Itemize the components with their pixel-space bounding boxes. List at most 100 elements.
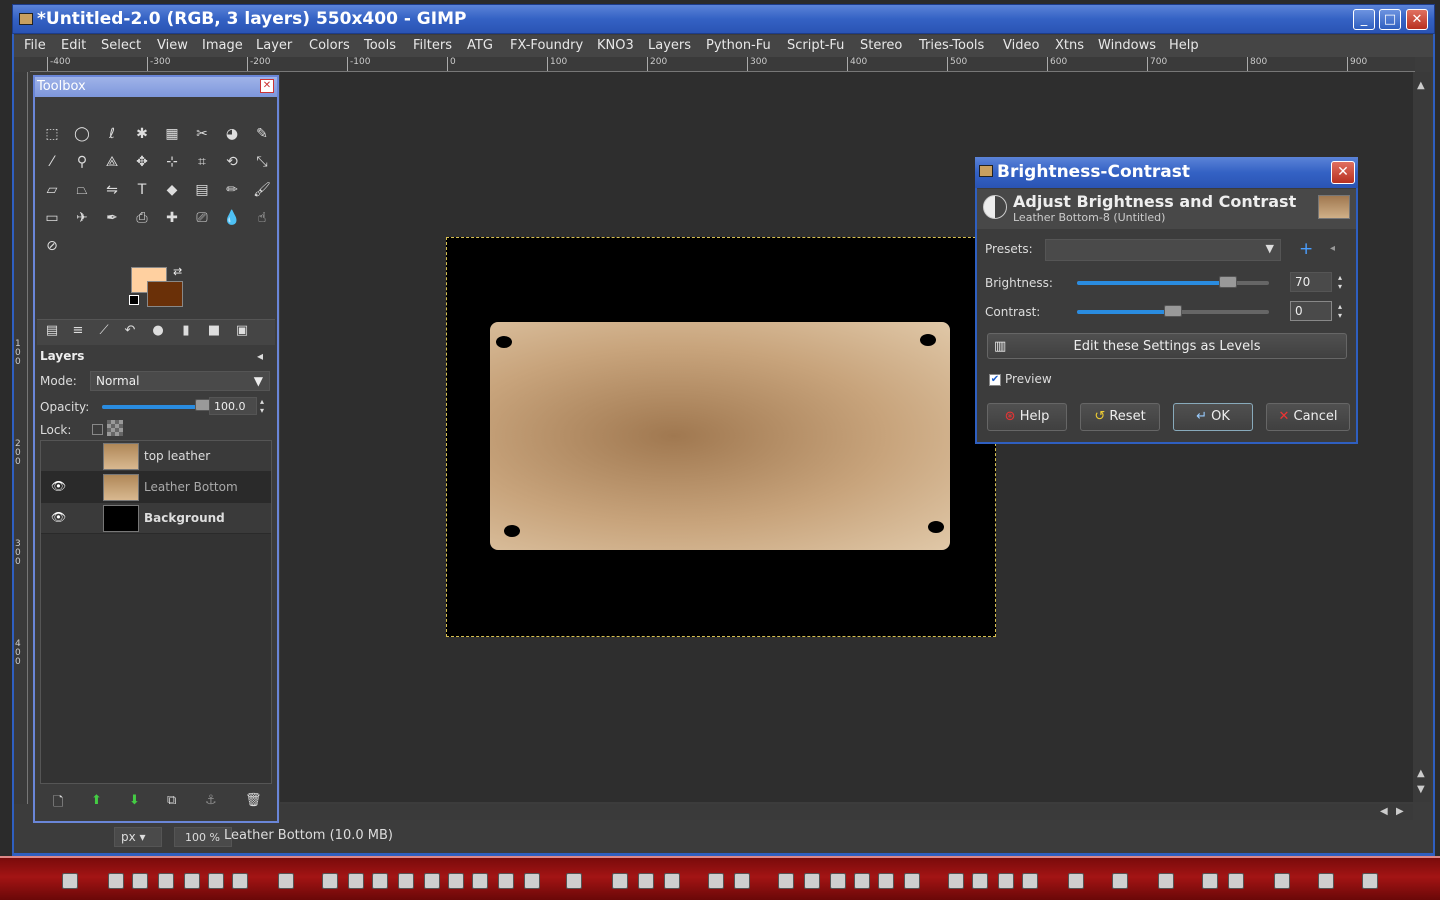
menu-stereo[interactable]: Stereo (860, 38, 902, 53)
taskbar-launcher-icon[interactable] (498, 873, 514, 889)
menu-select[interactable]: Select (101, 38, 141, 53)
taskbar-launcher-icon[interactable] (472, 873, 488, 889)
presets-select[interactable]: ▼ (1045, 239, 1281, 261)
shear-tool-icon[interactable]: ▱ (41, 179, 63, 201)
taskbar-launcher-icon[interactable] (232, 873, 248, 889)
tab-channels-icon[interactable]: ≡ (67, 323, 89, 343)
tab-images-icon[interactable]: ▣ (231, 323, 253, 343)
menu-layers[interactable]: Layers (648, 38, 691, 53)
perspective-tool-icon[interactable]: ⏢ (71, 179, 93, 201)
menu-layer[interactable]: Layer (256, 38, 292, 53)
menu-script-fu[interactable]: Script-Fu (787, 38, 844, 53)
taskbar-launcher-icon[interactable] (998, 873, 1014, 889)
taskbar-launcher-icon[interactable] (1362, 873, 1378, 889)
duplicate-layer-icon[interactable]: ⧉ (167, 793, 176, 808)
menu-windows[interactable]: Windows (1098, 38, 1156, 53)
window-titlebar[interactable]: *Untitled-2.0 (RGB, 3 layers) 550x400 - … (12, 4, 1435, 34)
scroll-right-icon[interactable]: ▶ (1396, 806, 1404, 817)
default-colors-icon[interactable] (129, 295, 139, 305)
taskbar-launcher-icon[interactable] (108, 873, 124, 889)
layer-row[interactable]: top leather (41, 441, 271, 472)
menu-tries-tools[interactable]: Tries-Tools (919, 38, 984, 53)
heal-tool-icon[interactable]: ✚ (161, 207, 183, 229)
dialog-titlebar[interactable]: Brightness-Contrast ✕ (975, 157, 1358, 188)
brightness-slider[interactable] (1077, 281, 1269, 285)
taskbar-launcher-icon[interactable] (948, 873, 964, 889)
layer-row[interactable]: 👁 Leather Bottom (41, 472, 271, 503)
preview-checkbox[interactable]: ✔ (989, 374, 1001, 386)
eye-icon[interactable]: 👁 (51, 510, 66, 524)
taskbar-launcher-icon[interactable] (372, 873, 388, 889)
color-select-tool-icon[interactable]: ▦ (161, 123, 183, 145)
menu-tools[interactable]: Tools (364, 38, 396, 53)
scroll-up-icon[interactable]: ▲ (1417, 80, 1425, 91)
menu-file[interactable]: File (24, 38, 46, 53)
airbrush-tool-icon[interactable]: ✈ (71, 207, 93, 229)
taskbar-launcher-icon[interactable] (158, 873, 174, 889)
taskbar-launcher-icon[interactable] (448, 873, 464, 889)
panel-menu-icon[interactable]: ◂ (257, 349, 263, 363)
background-color-swatch[interactable] (147, 281, 183, 307)
menu-view[interactable]: View (157, 38, 188, 53)
taskbar-launcher-icon[interactable] (1068, 873, 1084, 889)
taskbar-launcher-icon[interactable] (398, 873, 414, 889)
blur-tool-icon[interactable]: 💧 (221, 207, 243, 229)
brightness-input[interactable]: 70 (1290, 272, 1332, 292)
tab-layers-icon[interactable]: ▤ (41, 323, 63, 343)
taskbar-launcher-icon[interactable] (132, 873, 148, 889)
text-tool-icon[interactable]: T (131, 179, 153, 201)
delete-layer-icon[interactable]: 🗑 (245, 793, 262, 808)
blend-tool-icon[interactable]: ▤ (191, 179, 213, 201)
vertical-ruler[interactable]: 1 0 0 2 0 0 3 0 0 4 0 0 (14, 72, 28, 804)
raise-layer-icon[interactable]: ⬆ (91, 793, 102, 808)
tab-brushes-icon[interactable]: ● (147, 323, 169, 343)
tab-patterns-icon[interactable]: ■ (203, 323, 225, 343)
swap-colors-icon[interactable]: ⇄ (173, 265, 182, 278)
scroll-left-icon[interactable]: ◀ (1380, 806, 1388, 817)
taskbar-launcher-icon[interactable] (424, 873, 440, 889)
dodge-burn-tool-icon[interactable]: ⊘ (41, 235, 63, 257)
fuzzy-select-tool-icon[interactable]: ✱ (131, 123, 153, 145)
taskbar-launcher-icon[interactable] (612, 873, 628, 889)
align-tool-icon[interactable]: ⊹ (161, 151, 183, 173)
maximize-button[interactable]: □ (1379, 9, 1401, 30)
taskbar-launcher-icon[interactable] (734, 873, 750, 889)
taskbar-launcher-icon[interactable] (904, 873, 920, 889)
taskbar-launcher-icon[interactable] (878, 873, 894, 889)
zoom-tool-icon[interactable]: ⚲ (71, 151, 93, 173)
menu-image[interactable]: Image (202, 38, 243, 53)
lock-checkbox[interactable] (92, 424, 103, 435)
rect-select-tool-icon[interactable]: ⬚ (41, 123, 63, 145)
taskbar-launcher-icon[interactable] (854, 873, 870, 889)
taskbar-launcher-icon[interactable] (524, 873, 540, 889)
ellipse-select-tool-icon[interactable]: ◯ (71, 123, 93, 145)
contrast-spin-icon[interactable]: ▴ ▾ (1338, 302, 1342, 320)
edit-as-levels-button[interactable]: ▥ Edit these Settings as Levels (987, 333, 1347, 359)
unit-select[interactable]: px ▾ (114, 827, 162, 847)
contrast-slider-handle[interactable] (1164, 305, 1182, 317)
taskbar-launcher-icon[interactable] (566, 873, 582, 889)
new-layer-icon[interactable]: 🗋 (53, 793, 63, 815)
measure-tool-icon[interactable]: ⟁ (101, 151, 123, 173)
scale-tool-icon[interactable]: ⤡ (251, 151, 273, 173)
tab-undo-icon[interactable]: ↶ (119, 323, 141, 343)
menu-atg[interactable]: ATG (467, 38, 493, 53)
menu-filters[interactable]: Filters (413, 38, 452, 53)
mode-select[interactable]: Normal ▼ (90, 371, 270, 391)
dialog-close-button[interactable]: ✕ (1331, 161, 1355, 184)
anchor-layer-icon[interactable]: ⚓ (205, 793, 217, 808)
taskbar-launcher-icon[interactable] (322, 873, 338, 889)
horizontal-scrollbar[interactable]: ◀ ▶ (280, 804, 1413, 820)
menu-edit[interactable]: Edit (61, 38, 86, 53)
reset-button[interactable]: ↺ Reset (1080, 403, 1160, 431)
help-button[interactable]: ⊛ Help (987, 403, 1067, 431)
menu-help[interactable]: Help (1169, 38, 1199, 53)
perspective-clone-tool-icon[interactable]: ⎚ (191, 207, 213, 229)
scissors-tool-icon[interactable]: ✂ (191, 123, 213, 145)
taskbar-launcher-icon[interactable] (62, 873, 78, 889)
menu-python-fu[interactable]: Python-Fu (706, 38, 771, 53)
menu-video[interactable]: Video (1003, 38, 1039, 53)
rotate-tool-icon[interactable]: ⟲ (221, 151, 243, 173)
taskbar-launcher-icon[interactable] (804, 873, 820, 889)
menu-fx-foundry[interactable]: FX-Foundry (510, 38, 583, 53)
